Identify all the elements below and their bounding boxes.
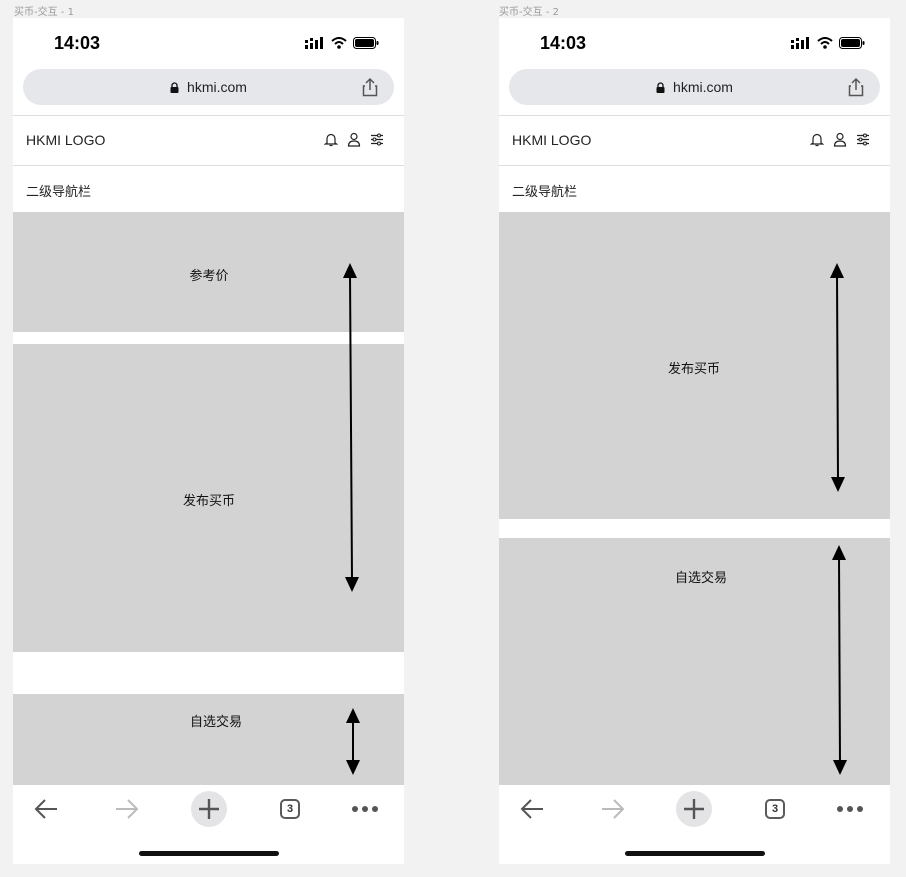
more-button[interactable] xyxy=(832,791,868,827)
more-icon xyxy=(837,806,863,812)
home-indicator xyxy=(139,851,279,856)
phone-frame-1: 14:03 hkmi.com HKMI LOGO 二级导航栏 参考价 发布买币 … xyxy=(13,18,404,864)
back-arrow-icon xyxy=(520,799,543,819)
frame-label: 买币-交互 - 1 xyxy=(14,7,74,18)
tabs-icon: 3 xyxy=(280,799,300,819)
back-button[interactable] xyxy=(28,791,64,827)
home-indicator xyxy=(625,851,765,856)
new-tab-button[interactable] xyxy=(191,791,227,827)
more-button[interactable] xyxy=(347,791,383,827)
plus-icon xyxy=(199,799,219,819)
tabs-icon: 3 xyxy=(765,799,785,819)
more-icon xyxy=(352,806,378,812)
back-arrow-icon xyxy=(34,799,57,819)
forward-button[interactable] xyxy=(595,791,631,827)
scroll-arrows xyxy=(343,263,360,775)
browser-toolbar: 3 xyxy=(499,785,890,864)
forward-arrow-icon xyxy=(116,799,139,819)
browser-toolbar: 3 xyxy=(13,785,404,864)
scroll-arrow-icon xyxy=(830,263,845,492)
back-button[interactable] xyxy=(514,791,550,827)
tabs-button[interactable]: 3 xyxy=(272,791,308,827)
forward-button[interactable] xyxy=(109,791,145,827)
plus-icon xyxy=(684,799,704,819)
new-tab-button[interactable] xyxy=(676,791,712,827)
scroll-arrow-icon xyxy=(346,708,360,775)
forward-arrow-icon xyxy=(602,799,625,819)
scroll-arrow-icon xyxy=(832,545,847,775)
frame-label: 买币-交互 - 2 xyxy=(499,7,559,18)
scroll-arrow-icon xyxy=(343,263,359,592)
phone-frame-2: 14:03 hkmi.com HKMI LOGO 二级导航栏 发布买币 自选交易… xyxy=(499,18,890,864)
scroll-arrows xyxy=(830,263,847,775)
tabs-button[interactable]: 3 xyxy=(757,791,793,827)
